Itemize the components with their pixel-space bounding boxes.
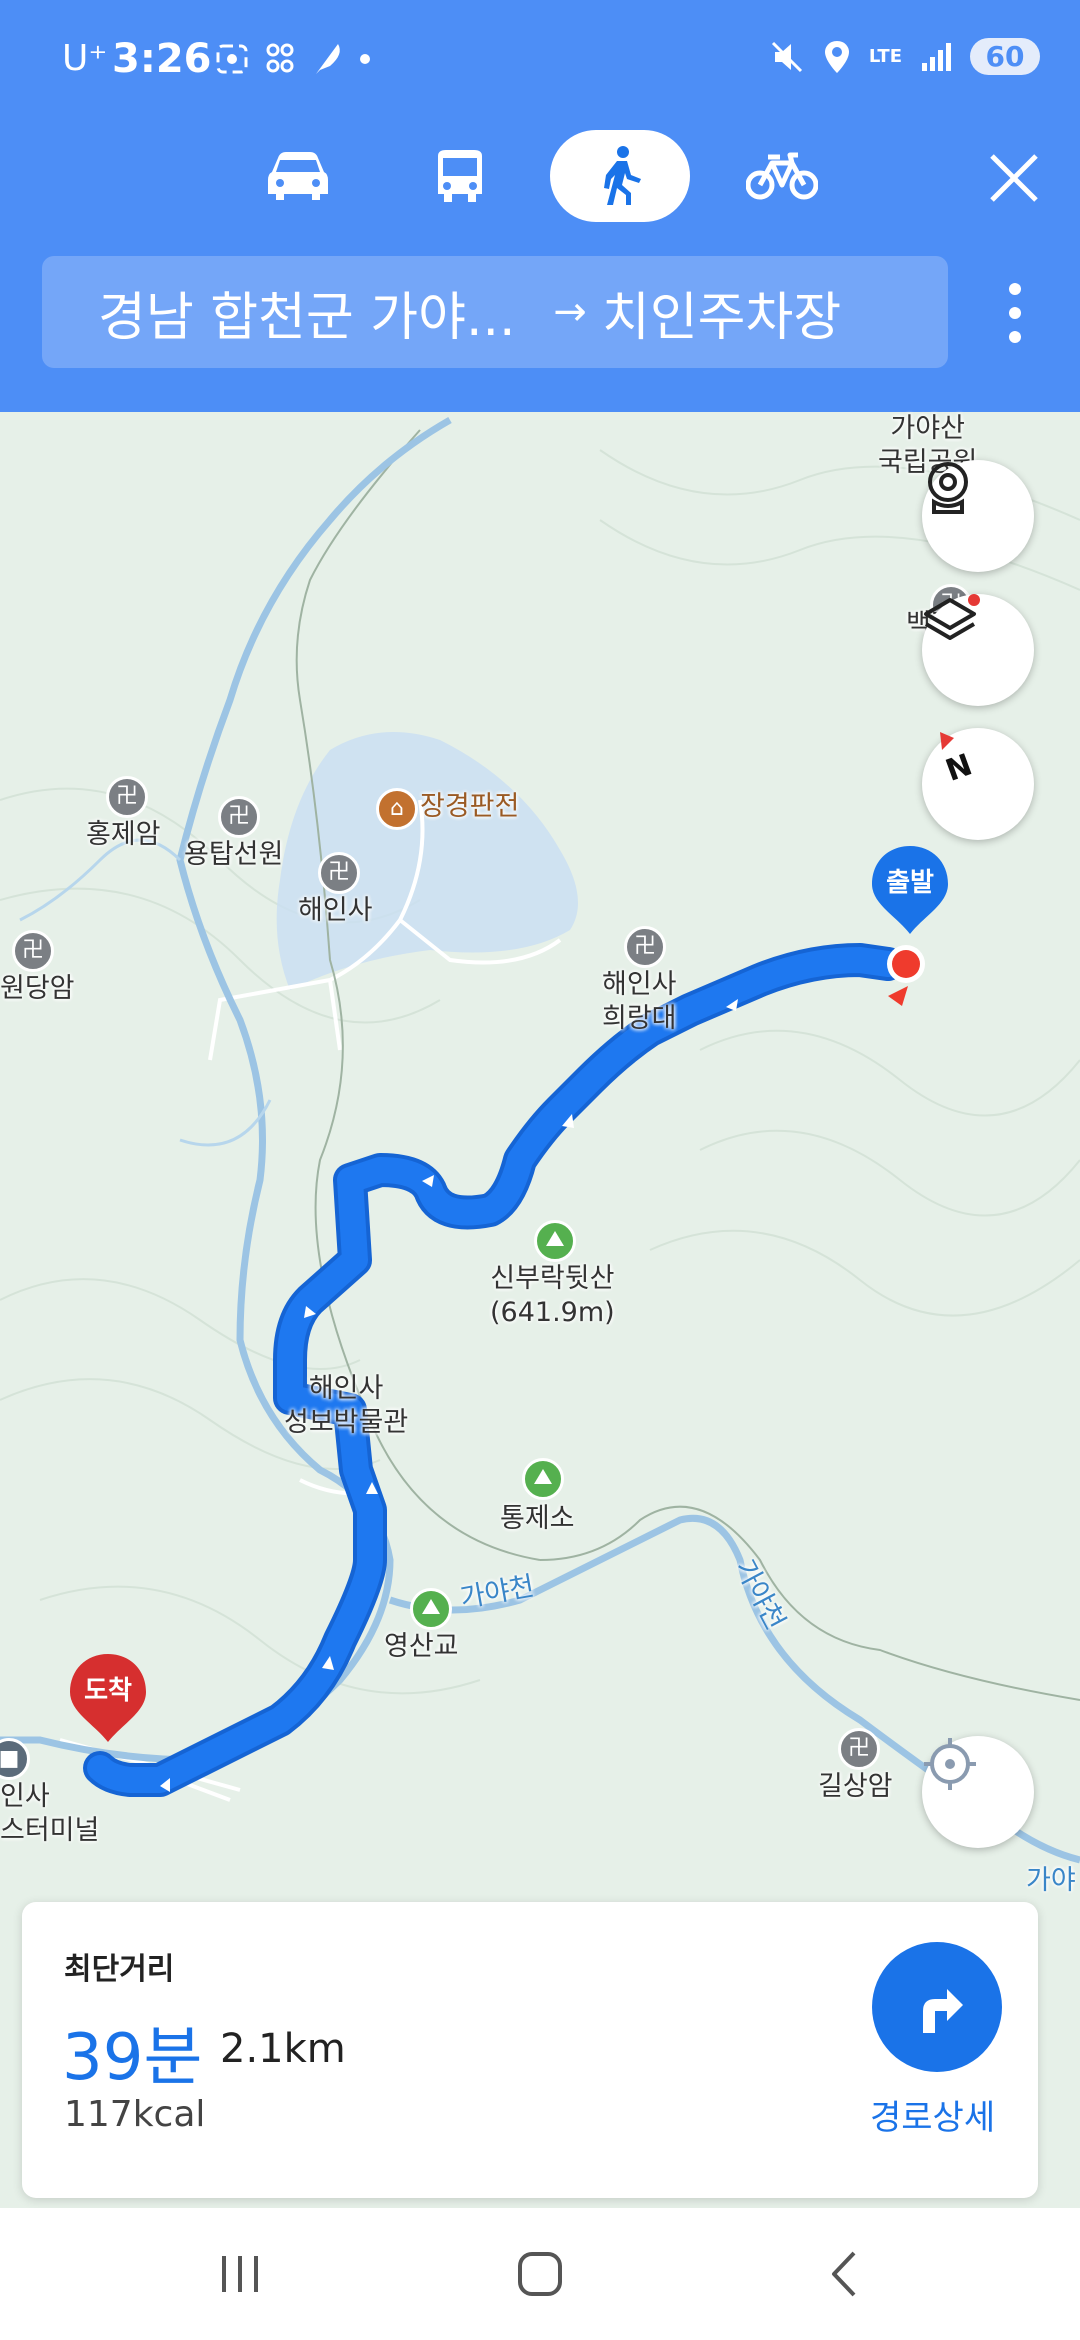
- layers-icon: [924, 594, 980, 640]
- route-arrow: →: [553, 289, 587, 335]
- crosshair-icon: [924, 1738, 976, 1790]
- tab-car[interactable]: [228, 130, 368, 222]
- mountain-icon: [410, 1588, 452, 1630]
- home-icon: [518, 2252, 562, 2296]
- recent-apps-button[interactable]: [200, 2242, 280, 2306]
- map-label-text: 해인사 희랑대: [602, 969, 677, 1034]
- notification-icons: [214, 40, 372, 78]
- map-label-sinburak: 신부락뒷산 (641.9m): [490, 1262, 615, 1330]
- route-calories: 117kcal: [64, 2094, 206, 2135]
- temple-icon: 卍: [838, 1728, 880, 1770]
- bike-icon: [746, 152, 818, 200]
- end-pin[interactable]: 도착: [66, 1652, 150, 1744]
- back-icon: [832, 2251, 856, 2297]
- route-detail-button[interactable]: [872, 1942, 1002, 2072]
- route-detail-link[interactable]: 경로상세: [870, 2090, 995, 2139]
- map-label-text: 인사 스터미널: [0, 1781, 100, 1846]
- back-button[interactable]: [804, 2242, 884, 2306]
- temple-icon: 卍: [106, 776, 148, 818]
- map-label-text: 신부락뒷산 (641.9m): [490, 1263, 615, 1328]
- dot-icon: [360, 54, 370, 64]
- clock: 3:26: [112, 36, 212, 82]
- route-destination[interactable]: 치인주차장: [602, 275, 841, 350]
- feather-icon: [316, 44, 340, 74]
- map-label-hongjeam: 홍제암: [86, 819, 161, 850]
- signal-icon: [922, 42, 951, 71]
- grid-app-icon: [266, 43, 294, 73]
- svg-text:N: N: [941, 747, 974, 788]
- start-pin-label: 출발: [886, 868, 934, 898]
- close-button[interactable]: [976, 140, 1052, 216]
- location-icon: [824, 40, 849, 73]
- map-label-yeongsangyo: 영산교: [384, 1631, 459, 1662]
- close-icon: [990, 154, 1038, 202]
- tab-bike[interactable]: [712, 130, 852, 222]
- tab-bus[interactable]: [390, 130, 530, 222]
- status-bar: U⁺ 3:26 LTE 60: [0, 0, 1080, 126]
- map-label-museum: 해인사 성보박물관: [284, 1372, 408, 1440]
- route-type-label: 최단거리: [64, 1952, 175, 1987]
- transport-mode-tabs: [0, 128, 1080, 228]
- bus-icon: [438, 150, 482, 202]
- tab-walk[interactable]: [550, 130, 690, 222]
- temple-icon: 卍: [218, 796, 260, 838]
- more-dot-icon: [1009, 331, 1021, 343]
- recent-apps-icon: [222, 2256, 258, 2292]
- heritage-icon: ⌂: [376, 788, 418, 830]
- map-label-terminal: 인사 스터미널: [0, 1780, 99, 1848]
- system-icons: LTE 60: [769, 38, 1040, 75]
- map-label-tongjeso: 통제소: [500, 1503, 575, 1534]
- map-label-janggyeongpanjeon: 장경판전: [420, 791, 520, 822]
- system-navigation-bar: [0, 2208, 1080, 2340]
- mute-icon: [771, 41, 802, 72]
- temple-icon: 卍: [318, 852, 360, 894]
- map-label-haeinsa: 해인사: [298, 895, 373, 926]
- more-dot-icon: [1009, 307, 1021, 319]
- network-label: LTE: [868, 45, 902, 67]
- map-label-partial: 가야: [1026, 1865, 1076, 1896]
- home-button[interactable]: [500, 2242, 580, 2306]
- map-label-huirangdae: 해인사 희랑대: [602, 968, 677, 1036]
- route-origin[interactable]: 경남 합천군 가야...: [98, 275, 538, 350]
- end-pin-label: 도착: [84, 1676, 132, 1706]
- mountain-icon: [522, 1458, 564, 1500]
- compass-button[interactable]: N: [922, 728, 1034, 840]
- turn-right-icon: [923, 1989, 963, 2033]
- route-summary-card[interactable]: 최단거리 39분 2.1km 117kcal 경로상세: [22, 1902, 1038, 2198]
- carrier-label: U⁺: [62, 38, 108, 79]
- battery-indicator: 60: [970, 38, 1040, 75]
- temple-icon: 卍: [12, 930, 54, 972]
- compass-icon: N: [940, 732, 974, 788]
- car-icon: [268, 152, 328, 200]
- more-options-button[interactable]: [990, 268, 1040, 358]
- map-label-yongtapseonwon: 용탑선원: [184, 839, 284, 870]
- more-dot-icon: [1009, 283, 1021, 295]
- mountain-icon: [534, 1220, 576, 1262]
- route-duration: 39분: [62, 2021, 203, 2095]
- layers-button[interactable]: [922, 594, 1034, 706]
- street-view-button[interactable]: [922, 460, 1034, 572]
- start-pin[interactable]: 출발: [868, 844, 952, 936]
- top-header: U⁺ 3:26 LTE 60 경남 합천군 가야... → 치인주차장: [0, 0, 1080, 412]
- temple-icon: 卍: [624, 926, 666, 968]
- walk-icon: [604, 146, 641, 205]
- screenshot-icon: [216, 44, 248, 74]
- route-summary-bar[interactable]: 경남 합천군 가야... → 치인주차장: [42, 256, 948, 368]
- my-location-button[interactable]: [922, 1736, 1034, 1848]
- route-distance: 2.1km: [220, 2026, 346, 2072]
- map-label-text: 해인사 성보박물관: [284, 1373, 409, 1438]
- street-view-icon: [928, 462, 968, 514]
- map-label-gilsangam: 길상암: [818, 1771, 893, 1802]
- map-label-wondangam: 원당암: [0, 973, 75, 1004]
